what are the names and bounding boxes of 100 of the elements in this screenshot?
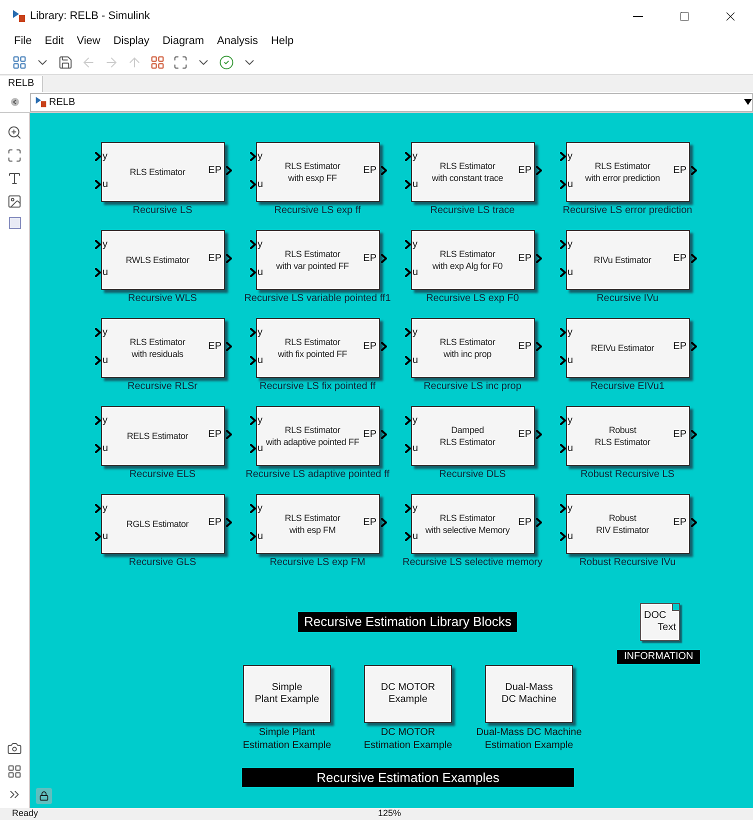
port-label: u bbox=[258, 179, 264, 191]
block-caption: Recursive LS selective memory bbox=[402, 557, 543, 569]
breadcrumb-path[interactable]: RELB bbox=[49, 94, 76, 110]
port-label: EP bbox=[363, 429, 376, 441]
input-port-icon bbox=[560, 180, 566, 189]
block-caption: Recursive LS variable pointed ff1 bbox=[244, 293, 391, 305]
block-title: RLS Estimator with error prediction bbox=[585, 160, 660, 184]
example-block[interactable]: Dual-Mass DC Machine bbox=[485, 665, 573, 723]
example-block[interactable]: DC MOTOR Example bbox=[364, 665, 452, 723]
model-tab[interactable]: RELB bbox=[0, 76, 44, 92]
block-caption: Recursive RLSr bbox=[127, 381, 198, 393]
port-label: y bbox=[412, 327, 418, 339]
output-port-icon bbox=[690, 254, 696, 263]
port-label: u bbox=[102, 267, 108, 279]
port-label: y bbox=[412, 415, 418, 427]
output-port-icon bbox=[226, 254, 232, 263]
port-label: EP bbox=[208, 253, 222, 265]
port-label: EP bbox=[673, 517, 686, 529]
block-title: RLS Estimator with exp Alg for F0 bbox=[432, 248, 503, 272]
port-label: u bbox=[102, 531, 108, 543]
input-port-icon bbox=[560, 152, 566, 161]
lock-icon[interactable] bbox=[36, 788, 52, 804]
input-port-icon bbox=[94, 152, 100, 161]
input-port-icon bbox=[250, 416, 256, 425]
port-label: y bbox=[568, 503, 572, 515]
input-port-icon bbox=[404, 328, 410, 337]
block-caption: Recursive LS exp FM bbox=[270, 557, 366, 569]
hide-explorer-icon[interactable] bbox=[10, 97, 20, 107]
example-caption: Dual-Mass DC Machine Estimation Example bbox=[476, 726, 582, 752]
port-label: u bbox=[102, 355, 108, 367]
port-label: y bbox=[102, 327, 108, 339]
block-title: RLS Estimator with residuals bbox=[130, 336, 186, 360]
block-title: RLS Estimator with selective Memory bbox=[425, 512, 510, 536]
input-port-icon bbox=[250, 532, 256, 541]
port-label: EP bbox=[363, 253, 376, 265]
menu-item[interactable]: File bbox=[14, 32, 32, 50]
output-port-icon bbox=[690, 342, 696, 351]
input-port-icon bbox=[250, 356, 256, 365]
block-title: RLS Estimator with esxp FF bbox=[284, 160, 340, 184]
input-port-icon bbox=[404, 504, 410, 513]
fit-view-icon[interactable] bbox=[7, 148, 22, 163]
port-label: y bbox=[102, 503, 108, 515]
layout-icon[interactable] bbox=[7, 764, 22, 779]
block-caption: Recursive LS exp F0 bbox=[426, 293, 519, 305]
annotation-icon[interactable] bbox=[7, 171, 22, 186]
check-icon[interactable] bbox=[219, 54, 234, 70]
menu-item[interactable]: Display bbox=[113, 32, 150, 50]
input-port-icon bbox=[560, 416, 566, 425]
block-title: RIVu Estimator bbox=[594, 254, 652, 266]
menu-item[interactable]: Edit bbox=[44, 32, 64, 50]
port-label: u bbox=[258, 443, 264, 455]
block-title: RLS Estimator with adaptive pointed FF bbox=[266, 424, 360, 448]
port-label: EP bbox=[518, 341, 532, 353]
port-label: y bbox=[412, 503, 418, 515]
square-icon[interactable] bbox=[8, 217, 20, 229]
menu-item[interactable]: Diagram bbox=[162, 32, 204, 50]
input-port-icon bbox=[404, 240, 410, 249]
port-label: u bbox=[258, 531, 264, 543]
output-port-icon bbox=[536, 166, 542, 175]
block-caption: Recursive LS exp ff bbox=[274, 205, 361, 217]
port-label: EP bbox=[518, 517, 532, 529]
section-banner: Recursive Estimation Examples bbox=[242, 768, 574, 787]
block-caption: Recursive LS bbox=[132, 205, 192, 217]
port-label: y bbox=[102, 239, 108, 251]
port-label: u bbox=[568, 443, 574, 455]
example-block[interactable]: Simple Plant Example bbox=[243, 665, 331, 723]
input-port-icon bbox=[250, 240, 256, 249]
output-port-icon bbox=[536, 342, 542, 351]
input-port-icon bbox=[404, 152, 410, 161]
input-port-icon bbox=[94, 240, 100, 249]
block-caption: Recursive EIVu1 bbox=[590, 381, 665, 393]
output-port-icon bbox=[536, 518, 542, 527]
input-port-icon bbox=[94, 504, 100, 513]
app-logo-icon bbox=[12, 9, 26, 23]
menu-item[interactable]: Analysis bbox=[217, 32, 258, 50]
port-label: EP bbox=[673, 165, 686, 177]
port-label: EP bbox=[673, 341, 686, 353]
camera-icon[interactable] bbox=[7, 741, 22, 756]
dropdown-caret-icon[interactable] bbox=[744, 99, 752, 105]
input-port-icon bbox=[94, 532, 100, 541]
menu-item[interactable]: Help bbox=[270, 32, 294, 50]
output-port-icon bbox=[380, 166, 386, 175]
port-label: EP bbox=[673, 429, 686, 441]
port-label: u bbox=[102, 443, 108, 455]
image-icon[interactable] bbox=[7, 194, 22, 209]
zoom-in-icon[interactable] bbox=[7, 125, 22, 140]
input-port-icon bbox=[250, 268, 256, 277]
save-icon[interactable] bbox=[58, 54, 73, 70]
port-label: u bbox=[412, 531, 418, 543]
port-label: y bbox=[568, 239, 572, 251]
input-port-icon bbox=[560, 504, 566, 513]
port-label: EP bbox=[363, 341, 376, 353]
block-caption: Recursive GLS bbox=[128, 557, 196, 569]
port-label: u bbox=[568, 179, 574, 191]
doc-block[interactable]: DOC Text bbox=[640, 603, 680, 641]
port-label: EP bbox=[673, 253, 686, 265]
output-port-icon bbox=[690, 430, 696, 439]
output-port-icon bbox=[536, 430, 542, 439]
menu-item[interactable]: View bbox=[76, 32, 100, 50]
block-title: RLS Estimator with constant trace bbox=[432, 160, 504, 184]
